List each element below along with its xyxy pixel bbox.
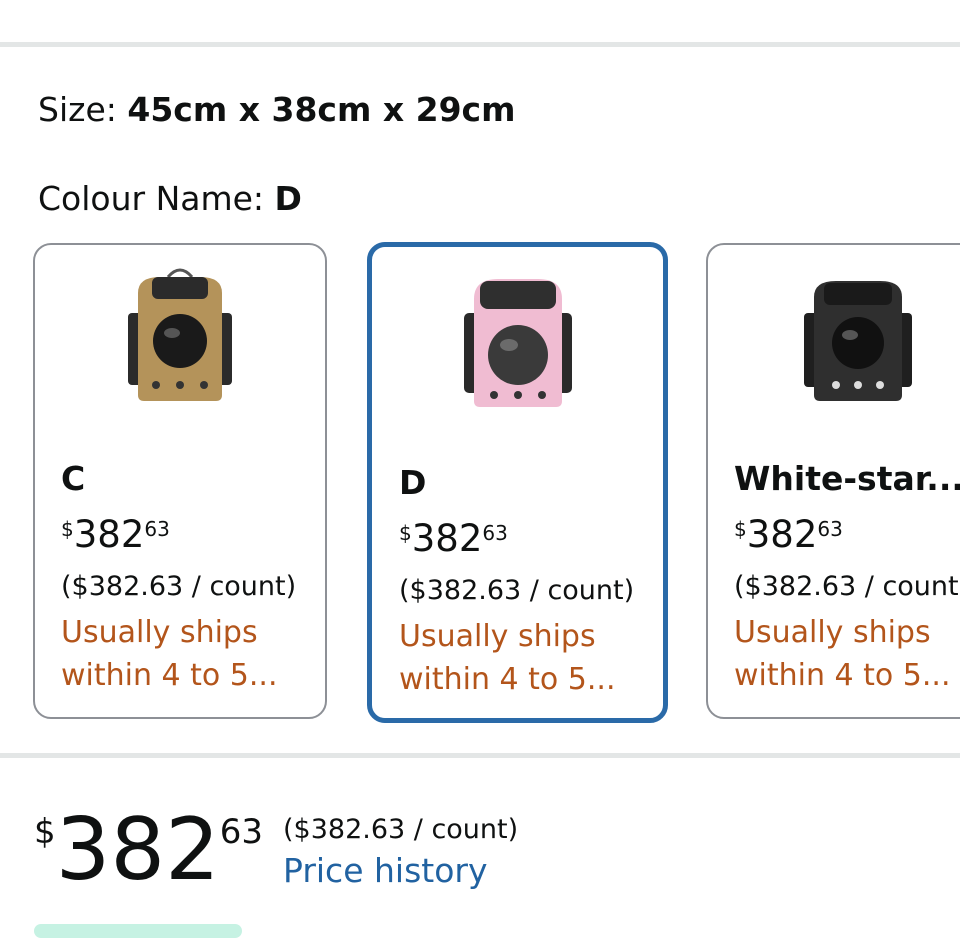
section-divider-top [0, 42, 960, 47]
price-currency: $ [61, 517, 74, 541]
size-row: Size: 45cm x 38cm x 29cm [38, 90, 516, 129]
option-unit-price: ($382.63 / count) [734, 571, 960, 602]
option-price: $38263 [61, 513, 170, 556]
main-unit-price: ($382.63 / count) [283, 814, 519, 845]
price-whole: 382 [73, 513, 145, 556]
option-name: White-star... [734, 459, 960, 498]
colour-row: Colour Name: D [38, 179, 302, 218]
price-currency: $ [399, 521, 412, 545]
price-currency: $ [734, 517, 747, 541]
section-divider-bottom [0, 753, 960, 758]
tan-pet-carrier-backpack-icon [128, 268, 232, 401]
price-fraction: 63 [144, 517, 170, 541]
option-unit-price: ($382.63 / count) [61, 571, 297, 602]
colour-label: Colour Name: [38, 179, 265, 218]
colour-option-white-star[interactable]: White-star... $38263 ($382.63 / count) U… [706, 243, 960, 719]
pink-pet-carrier-backpack-icon [463, 279, 572, 407]
option-shipping: Usually ships within 4 to 5... [61, 615, 278, 693]
size-label: Size: [38, 90, 117, 129]
option-price: $38263 [734, 513, 843, 556]
product-thumbnail-d [372, 265, 663, 455]
price-whole: 382 [411, 517, 483, 560]
product-thumbnail-white-star [708, 263, 960, 453]
black-pet-carrier-backpack-icon [804, 281, 912, 401]
price-fraction: 63 [817, 517, 843, 541]
option-name: D [399, 463, 427, 502]
main-price-currency: $ [34, 812, 56, 852]
price-whole: 382 [746, 513, 818, 556]
option-price: $38263 [399, 517, 508, 560]
size-value: 45cm x 38cm x 29cm [127, 90, 516, 129]
main-price: $38263 [34, 800, 263, 900]
option-shipping: Usually ships within 4 to 5... [399, 619, 616, 697]
deal-badge [34, 924, 242, 938]
product-thumbnail-c [35, 263, 325, 453]
option-unit-price: ($382.63 / count) [399, 575, 635, 606]
main-price-fraction: 63 [219, 812, 264, 852]
colour-value: D [274, 179, 302, 218]
colour-option-c[interactable]: C $38263 ($382.63 / count) Usually ships… [33, 243, 327, 719]
price-history-link[interactable]: Price history [283, 851, 488, 890]
main-price-whole: 382 [55, 800, 220, 900]
colour-option-d[interactable]: D $38263 ($382.63 / count) Usually ships… [367, 242, 668, 723]
option-name: C [61, 459, 86, 498]
price-fraction: 63 [482, 521, 508, 545]
option-shipping: Usually ships within 4 to 5... [734, 615, 951, 693]
